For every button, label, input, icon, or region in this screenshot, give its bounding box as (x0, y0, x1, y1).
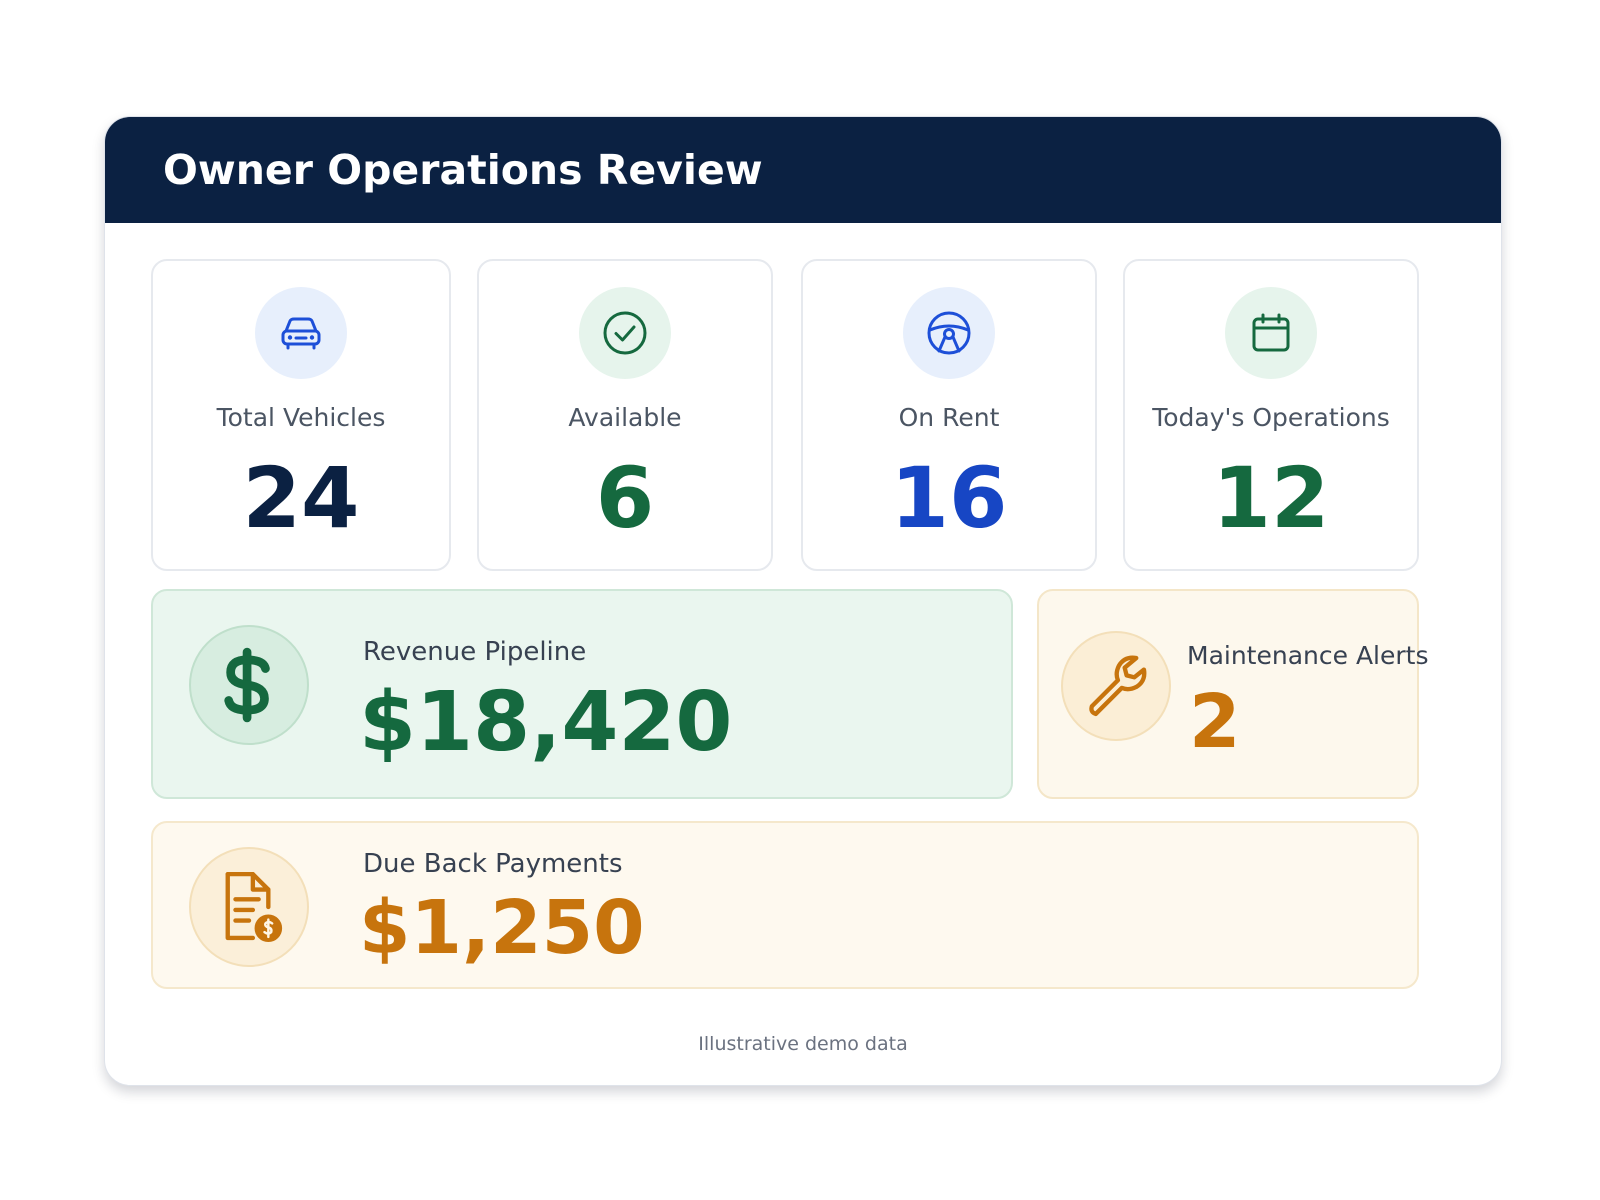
steering-wheel-icon (903, 287, 995, 379)
car-icon (255, 287, 347, 379)
stat-card-on-rent: On Rent 16 (801, 259, 1097, 571)
maintenance-value: 2 (1189, 679, 1241, 765)
due-back-label: Due Back Payments (363, 849, 623, 879)
operations-panel: Owner Operations Review Total Vehicles 2… (104, 116, 1502, 1086)
stat-card-todays-operations: Today's Operations 12 (1123, 259, 1419, 571)
dollar-icon (189, 625, 309, 745)
stat-value: 24 (242, 449, 360, 547)
stat-label: Today's Operations (1152, 403, 1390, 432)
stat-value: 12 (1212, 449, 1330, 547)
stat-card-available: Available 6 (477, 259, 773, 571)
wrench-icon (1061, 631, 1171, 741)
revenue-label: Revenue Pipeline (363, 637, 587, 667)
invoice-dollar-icon (189, 847, 309, 967)
due-back-payments-card: Due Back Payments $1,250 (151, 821, 1419, 989)
panel-header: Owner Operations Review (105, 117, 1501, 223)
due-back-value: $1,250 (359, 885, 645, 971)
stat-value: 6 (595, 449, 655, 547)
stat-value: 16 (890, 449, 1008, 547)
footnote: Illustrative demo data (698, 1033, 908, 1055)
page-title: Owner Operations Review (163, 146, 763, 194)
maintenance-alerts-card: Maintenance Alerts 2 (1037, 589, 1428, 799)
revenue-value: $18,420 (359, 675, 733, 770)
stat-label: On Rent (898, 403, 1000, 432)
calendar-icon (1225, 287, 1317, 379)
check-circle-icon (579, 287, 671, 379)
maintenance-label: Maintenance Alerts (1187, 641, 1429, 670)
revenue-pipeline-card: Revenue Pipeline $18,420 (151, 589, 1013, 799)
stat-label: Total Vehicles (216, 403, 386, 432)
stat-card-total-vehicles: Total Vehicles 24 (151, 259, 451, 571)
stat-label: Available (568, 403, 682, 432)
